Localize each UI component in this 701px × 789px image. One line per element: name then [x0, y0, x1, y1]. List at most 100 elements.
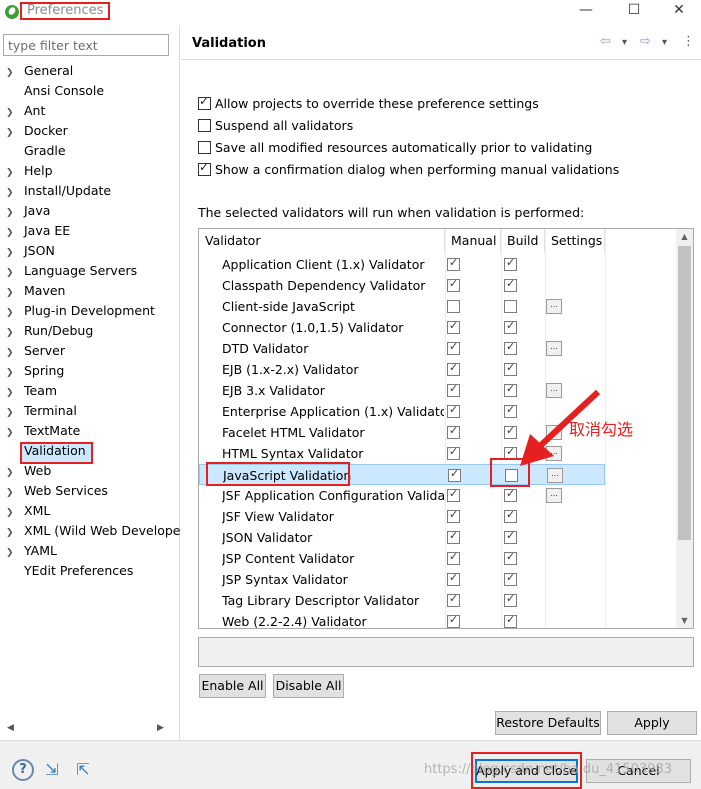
- table-row[interactable]: JSON Validator: [199, 527, 605, 548]
- table-row[interactable]: Classpath Dependency Validator: [199, 275, 605, 296]
- chevron-right-icon[interactable]: ❯: [6, 423, 24, 443]
- apply-button[interactable]: Apply: [607, 711, 697, 735]
- chevron-right-icon[interactable]: ❯: [6, 163, 24, 183]
- manual-checkbox[interactable]: [447, 277, 460, 292]
- scroll-down-icon[interactable]: ▼: [676, 616, 693, 625]
- column-header-build[interactable]: Build: [501, 229, 545, 253]
- tree-item[interactable]: ❯ Docker: [6, 121, 68, 141]
- table-row[interactable]: JSP Content Validator: [199, 548, 605, 569]
- chevron-right-icon[interactable]: ❯: [6, 323, 24, 343]
- option-checkbox[interactable]: [198, 160, 211, 176]
- chevron-right-icon[interactable]: ❯: [6, 283, 24, 303]
- tree-item[interactable]: ❯ Terminal: [6, 401, 77, 421]
- settings-button[interactable]: ...: [546, 488, 562, 503]
- manual-checkbox[interactable]: [447, 613, 460, 628]
- manual-checkbox[interactable]: [447, 256, 460, 271]
- chevron-right-icon[interactable]: ❯: [6, 63, 24, 83]
- manual-checkbox[interactable]: [447, 361, 460, 376]
- tree-item[interactable]: ❯ YAML: [6, 541, 57, 561]
- tree-item[interactable]: ❯ Web: [6, 461, 51, 481]
- chevron-right-icon[interactable]: ❯: [6, 383, 24, 403]
- restore-defaults-button[interactable]: Restore Defaults: [495, 711, 601, 735]
- tree-item[interactable]: ❯ Language Servers: [6, 261, 137, 281]
- chevron-right-icon[interactable]: ❯: [6, 363, 24, 383]
- chevron-right-icon[interactable]: ❯: [6, 243, 24, 263]
- manual-checkbox[interactable]: [447, 487, 460, 502]
- option-checkbox-row[interactable]: Allow projects to override these prefere…: [198, 94, 539, 114]
- forward-menu-icon[interactable]: ▾: [662, 37, 667, 48]
- scroll-up-icon[interactable]: ▲: [676, 232, 693, 241]
- chevron-right-icon[interactable]: ❯: [6, 343, 24, 363]
- settings-button[interactable]: ...: [546, 299, 562, 314]
- option-checkbox[interactable]: [198, 141, 211, 154]
- chevron-right-icon[interactable]: ❯: [6, 123, 24, 143]
- tree-item[interactable]: ❯ Install/Update: [6, 181, 111, 201]
- build-checkbox[interactable]: [504, 256, 517, 271]
- build-checkbox[interactable]: [504, 319, 517, 334]
- build-checkbox[interactable]: [504, 508, 517, 523]
- table-row[interactable]: Connector (1.0,1.5) Validator: [199, 317, 605, 338]
- tree-item[interactable]: ❯ XML (Wild Web Develope: [6, 521, 180, 541]
- manual-checkbox[interactable]: [447, 403, 460, 418]
- tree-item[interactable]: Validation: [6, 441, 86, 461]
- chevron-right-icon[interactable]: ❯: [6, 183, 24, 203]
- tree-item[interactable]: ❯ Maven: [6, 281, 65, 301]
- manual-checkbox[interactable]: [447, 550, 460, 565]
- chevron-right-icon[interactable]: ❯: [6, 203, 24, 223]
- tree-item[interactable]: ❯ Server: [6, 341, 65, 361]
- option-checkbox-row[interactable]: Save all modified resources automaticall…: [198, 138, 592, 158]
- option-checkbox[interactable]: [198, 94, 211, 110]
- chevron-right-icon[interactable]: ❯: [6, 303, 24, 323]
- build-checkbox[interactable]: [504, 277, 517, 292]
- manual-checkbox[interactable]: [447, 592, 460, 607]
- build-checkbox[interactable]: [504, 613, 517, 628]
- help-icon[interactable]: ?: [12, 759, 34, 781]
- table-row[interactable]: Client-side JavaScript...: [199, 296, 605, 317]
- chevron-right-icon[interactable]: ❯: [6, 263, 24, 283]
- tree-item[interactable]: ❯ XML: [6, 501, 50, 521]
- column-header-validator[interactable]: Validator: [199, 229, 445, 253]
- chevron-right-icon[interactable]: ❯: [6, 523, 24, 543]
- chevron-right-icon[interactable]: ❯: [6, 483, 24, 503]
- table-row[interactable]: DTD Validator...: [199, 338, 605, 359]
- table-row[interactable]: JSP Syntax Validator: [199, 569, 605, 590]
- manual-checkbox[interactable]: [447, 529, 460, 544]
- tree-item[interactable]: ❯ General: [6, 61, 73, 81]
- manual-checkbox[interactable]: [447, 300, 460, 313]
- column-header-settings[interactable]: Settings: [545, 229, 605, 253]
- import-icon[interactable]: ⇲: [41, 759, 63, 781]
- panel-divider[interactable]: [179, 26, 180, 740]
- maximize-button[interactable]: ☐: [611, 0, 657, 22]
- settings-button[interactable]: ...: [546, 341, 562, 356]
- manual-checkbox[interactable]: [447, 571, 460, 586]
- tree-item[interactable]: ❯ Web Services: [6, 481, 108, 501]
- option-checkbox[interactable]: [198, 119, 211, 132]
- build-checkbox[interactable]: [504, 340, 517, 355]
- back-menu-icon[interactable]: ▾: [622, 37, 627, 48]
- build-checkbox[interactable]: [504, 550, 517, 565]
- back-icon[interactable]: ⇦: [600, 34, 611, 49]
- chevron-right-icon[interactable]: ❯: [6, 463, 24, 483]
- manual-checkbox[interactable]: [447, 319, 460, 334]
- build-checkbox[interactable]: [504, 487, 517, 502]
- option-checkbox-row[interactable]: Show a confirmation dialog when performi…: [198, 160, 619, 180]
- tree-item[interactable]: ❯ Run/Debug: [6, 321, 93, 341]
- manual-checkbox[interactable]: [447, 508, 460, 523]
- chevron-right-icon[interactable]: ❯: [6, 403, 24, 423]
- tree-item[interactable]: ❯ Help: [6, 161, 53, 181]
- scroll-right-icon[interactable]: ▶: [157, 723, 164, 733]
- tree-item[interactable]: ❯ Plug-in Development: [6, 301, 155, 321]
- minimize-button[interactable]: —: [563, 0, 609, 22]
- tree-item[interactable]: ❯ Spring: [6, 361, 64, 381]
- build-checkbox[interactable]: [504, 361, 517, 376]
- forward-icon[interactable]: ⇨: [640, 34, 651, 49]
- table-row[interactable]: Tag Library Descriptor Validator: [199, 590, 605, 611]
- manual-checkbox[interactable]: [448, 467, 461, 482]
- chevron-right-icon[interactable]: ❯: [6, 503, 24, 523]
- filter-input[interactable]: [3, 34, 169, 56]
- manual-checkbox[interactable]: [447, 382, 460, 397]
- close-button[interactable]: ✕: [656, 0, 701, 22]
- table-row[interactable]: Application Client (1.x) Validator: [199, 254, 605, 275]
- manual-checkbox[interactable]: [447, 445, 460, 460]
- manual-checkbox[interactable]: [447, 424, 460, 439]
